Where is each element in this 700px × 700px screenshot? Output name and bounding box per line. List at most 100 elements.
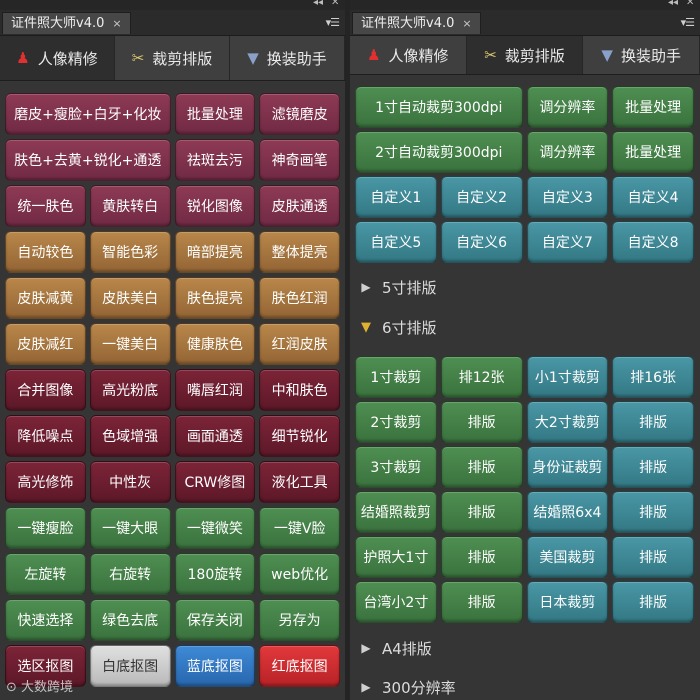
collapse-icon[interactable]: ◂◂ <box>313 0 323 8</box>
action-button[interactable]: 合并图像 <box>5 369 86 411</box>
tab-portrait-retouch[interactable]: ♟ 人像精修 <box>350 36 467 74</box>
action-button[interactable]: 快速选择 <box>5 599 86 641</box>
action-button[interactable]: 皮肤减黄 <box>5 277 86 319</box>
action-button[interactable]: 台湾小2寸 <box>355 581 437 623</box>
section-a4-layout[interactable]: ▶ A4排版 <box>350 630 700 666</box>
action-button[interactable]: 排版 <box>440 536 523 578</box>
close-icon[interactable]: × <box>112 17 121 30</box>
action-button[interactable]: 一键微笑 <box>174 507 256 549</box>
action-button[interactable]: 液化工具 <box>259 461 340 503</box>
close-panel-icon[interactable]: ✕ <box>686 0 694 8</box>
action-button[interactable]: 神奇画笔 <box>259 139 340 181</box>
action-button[interactable]: 排版 <box>440 401 523 443</box>
panel-menu-icon[interactable]: ▾☰ <box>681 16 695 29</box>
action-button[interactable]: 细节锐化 <box>259 415 340 457</box>
action-button[interactable]: 批量处理 <box>612 86 694 128</box>
action-button[interactable]: 调分辨率 <box>526 131 609 173</box>
action-button[interactable]: 排版 <box>612 401 694 443</box>
action-button[interactable]: 磨皮+瘦脸+白牙+化妆 <box>5 93 171 135</box>
collapse-icon[interactable]: ◂◂ <box>668 0 678 8</box>
action-button[interactable]: 护照大1寸 <box>355 536 437 578</box>
action-button[interactable]: 排版 <box>612 491 694 533</box>
action-button[interactable]: 白底抠图 <box>89 645 171 687</box>
close-panel-icon[interactable]: ✕ <box>331 0 339 8</box>
action-button[interactable]: 排版 <box>612 581 694 623</box>
action-button[interactable]: 暗部提亮 <box>174 231 256 273</box>
action-button[interactable]: 2寸自动裁剪300dpi <box>355 131 523 173</box>
action-button[interactable]: 色域增强 <box>89 415 171 457</box>
action-button[interactable]: 自定义4 <box>612 176 694 218</box>
section-300dpi[interactable]: ▶ 300分辨率 <box>350 669 700 700</box>
action-button[interactable]: 日本裁剪 <box>526 581 609 623</box>
action-button[interactable]: 皮肤美白 <box>89 277 171 319</box>
action-button[interactable]: 自定义2 <box>440 176 523 218</box>
action-button[interactable]: 嘴唇红润 <box>174 369 256 411</box>
action-button[interactable]: 1寸裁剪 <box>355 356 437 398</box>
action-button[interactable]: 结婚照6x4 <box>526 491 609 533</box>
action-button[interactable]: 健康肤色 <box>174 323 256 365</box>
action-button[interactable]: 肤色红润 <box>259 277 340 319</box>
action-button[interactable]: 180旋转 <box>174 553 256 595</box>
action-button[interactable]: 自定义3 <box>526 176 609 218</box>
action-button[interactable]: 排12张 <box>440 356 523 398</box>
action-button[interactable]: 皮肤减红 <box>5 323 86 365</box>
action-button[interactable]: 一键V脸 <box>259 507 340 549</box>
action-button[interactable]: 高光粉底 <box>89 369 171 411</box>
action-button[interactable]: 高光修饰 <box>5 461 86 503</box>
action-button[interactable]: 一键大眼 <box>89 507 171 549</box>
tab-outfit-helper[interactable]: ▼ 换装助手 <box>230 36 345 80</box>
action-button[interactable]: 结婚照裁剪 <box>355 491 437 533</box>
action-button[interactable]: 身份证裁剪 <box>526 446 609 488</box>
panel-menu-icon[interactable]: ▾☰ <box>326 16 340 29</box>
action-button[interactable]: 排版 <box>440 446 523 488</box>
close-icon[interactable]: × <box>462 17 471 30</box>
section-6inch-layout[interactable]: ▼ 6寸排版 <box>350 309 700 345</box>
action-button[interactable]: 一键美白 <box>89 323 171 365</box>
section-5inch-layout[interactable]: ▶ 5寸排版 <box>350 269 700 305</box>
action-button[interactable]: 绿色去底 <box>89 599 171 641</box>
action-button[interactable]: 排版 <box>440 581 523 623</box>
panel-title-tab[interactable]: 证件照大师v4.0 × <box>2 12 131 34</box>
action-button[interactable]: 滤镜磨皮 <box>259 93 340 135</box>
action-button[interactable]: 自定义7 <box>526 221 609 263</box>
action-button[interactable]: 自定义5 <box>355 221 437 263</box>
action-button[interactable]: 肤色提亮 <box>174 277 256 319</box>
panel-title-tab[interactable]: 证件照大师v4.0 × <box>352 12 481 34</box>
action-button[interactable]: 蓝底抠图 <box>174 645 256 687</box>
action-button[interactable]: 肤色+去黄+锐化+通透 <box>5 139 171 181</box>
action-button[interactable]: 红底抠图 <box>259 645 340 687</box>
action-button[interactable]: 一键瘦脸 <box>5 507 86 549</box>
tab-portrait-retouch[interactable]: ♟ 人像精修 <box>0 36 115 80</box>
action-button[interactable]: 皮肤通透 <box>259 185 340 227</box>
action-button[interactable]: 降低噪点 <box>5 415 86 457</box>
action-button[interactable]: 批量处理 <box>612 131 694 173</box>
action-button[interactable]: 锐化图像 <box>174 185 256 227</box>
action-button[interactable]: 2寸裁剪 <box>355 401 437 443</box>
action-button[interactable]: 美国裁剪 <box>526 536 609 578</box>
action-button[interactable]: 另存为 <box>259 599 340 641</box>
action-button[interactable]: 红润皮肤 <box>259 323 340 365</box>
action-button[interactable]: 自动较色 <box>5 231 86 273</box>
action-button[interactable]: 批量处理 <box>174 93 256 135</box>
tab-crop-layout[interactable]: ✂ 裁剪排版 <box>466 36 584 74</box>
action-button[interactable]: web优化 <box>259 553 340 595</box>
action-button[interactable]: 黄肤转白 <box>89 185 171 227</box>
action-button[interactable]: 画面通透 <box>174 415 256 457</box>
action-button[interactable]: CRW修图 <box>174 461 256 503</box>
action-button[interactable]: 1寸自动裁剪300dpi <box>355 86 523 128</box>
action-button[interactable]: 统一肤色 <box>5 185 86 227</box>
action-button[interactable]: 中和肤色 <box>259 369 340 411</box>
action-button[interactable]: 排版 <box>440 491 523 533</box>
action-button[interactable]: 中性灰 <box>89 461 171 503</box>
action-button[interactable]: 3寸裁剪 <box>355 446 437 488</box>
action-button[interactable]: 左旋转 <box>5 553 86 595</box>
action-button[interactable]: 调分辨率 <box>526 86 609 128</box>
action-button[interactable]: 自定义1 <box>355 176 437 218</box>
action-button[interactable]: 整体提亮 <box>259 231 340 273</box>
action-button[interactable]: 自定义6 <box>440 221 523 263</box>
action-button[interactable]: 保存关闭 <box>174 599 256 641</box>
tab-crop-layout[interactable]: ✂ 裁剪排版 <box>115 36 230 80</box>
action-button[interactable]: 智能色彩 <box>89 231 171 273</box>
action-button[interactable]: 排版 <box>612 536 694 578</box>
tab-outfit-helper[interactable]: ▼ 换装助手 <box>583 36 700 74</box>
